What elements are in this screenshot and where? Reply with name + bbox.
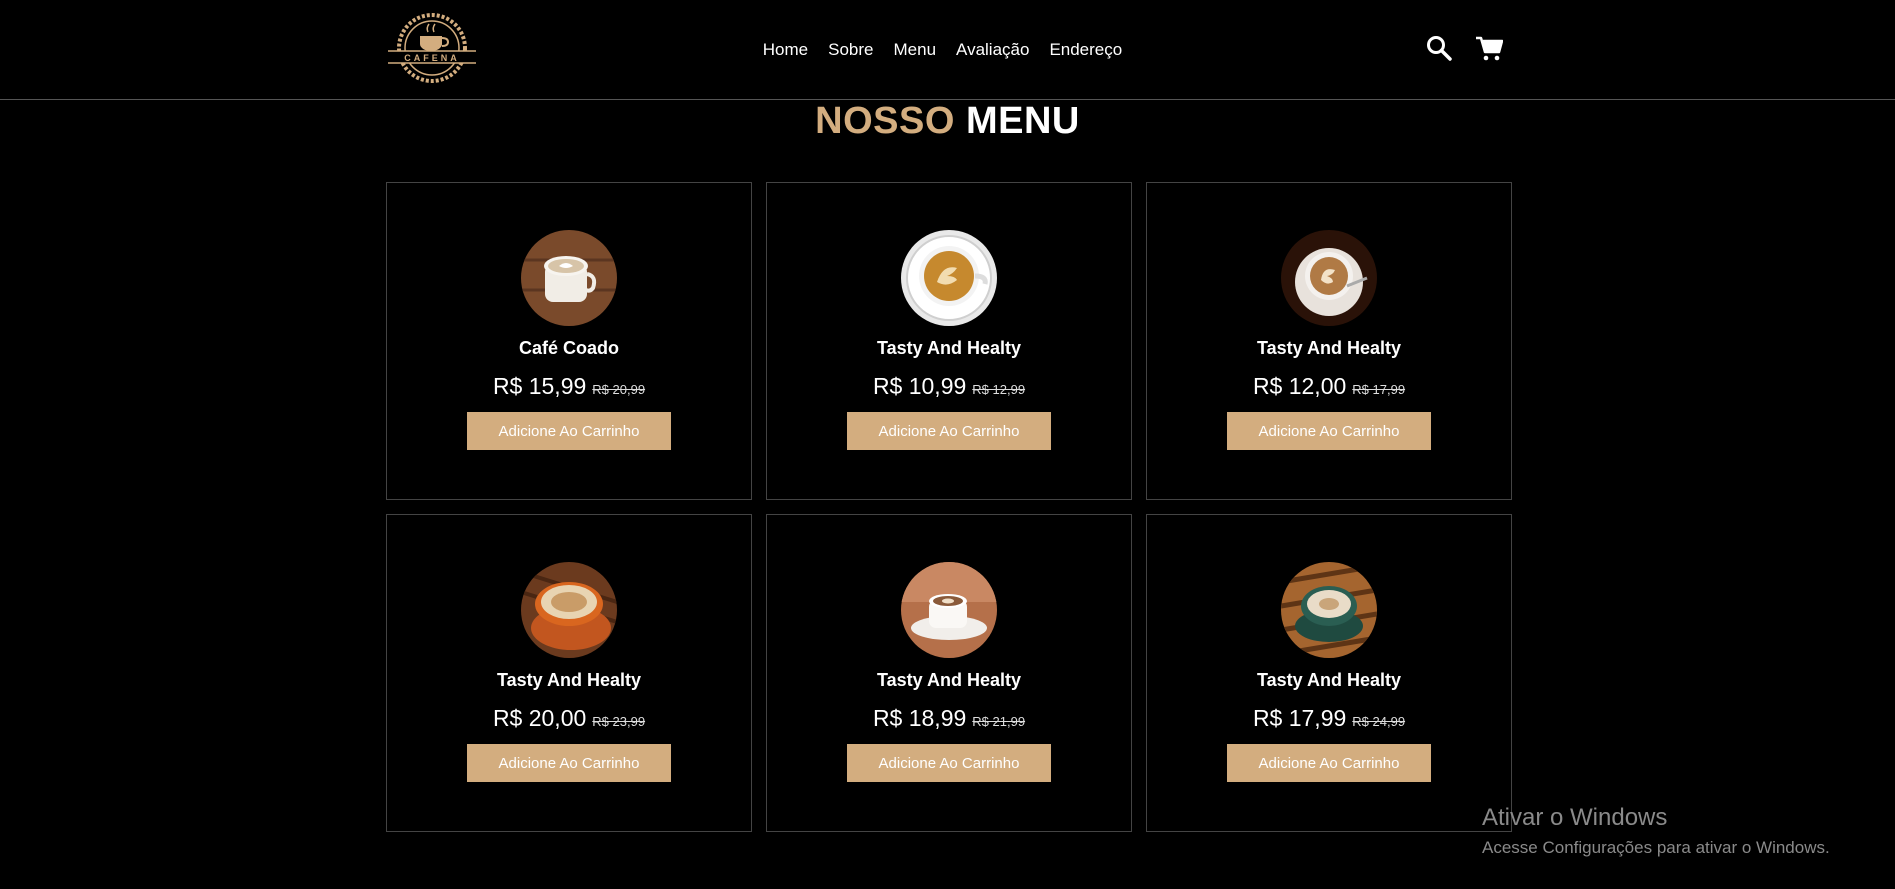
product-name: Café Coado	[518, 338, 619, 358]
product-old-price: R$ 24,99	[1352, 714, 1406, 729]
price-row: R$ 10,99 R$ 12,99	[873, 373, 1025, 400]
coffee-image	[901, 562, 997, 658]
product-price: R$ 10,99	[872, 373, 967, 399]
coffee-image	[521, 562, 617, 658]
product-price: R$ 18,99	[872, 705, 967, 731]
menu-grid: Café Coado R$ 15,99 R$ 20,99 Adicione Ao…	[386, 182, 1512, 832]
nav-avaliacao[interactable]: Avaliação	[956, 40, 1029, 60]
watermark-subtitle: Acesse Configurações para ativar o Windo…	[1482, 838, 1830, 857]
product-old-price: R$ 12,99	[972, 382, 1026, 397]
svg-text:CAFENA: CAFENA	[404, 53, 460, 63]
add-to-cart-button[interactable]: Adicione Ao Carrinho	[1227, 744, 1431, 782]
product-price: R$ 20,00	[492, 705, 587, 731]
coffee-image	[1281, 230, 1377, 326]
product-old-price: R$ 20,99	[592, 382, 646, 397]
product-name: Tasty And Healty	[876, 670, 1022, 690]
coffee-image	[901, 230, 997, 326]
title-accent: NOSSO	[815, 100, 955, 142]
cart-icon[interactable]	[1475, 34, 1504, 62]
product-card: Tasty And Healty R$ 20,00 R$ 23,99 Adici…	[386, 514, 752, 832]
price-row: R$ 12,00 R$ 17,99	[1253, 373, 1405, 400]
nav-menu[interactable]: Menu	[894, 40, 937, 60]
add-to-cart-button[interactable]: Adicione Ao Carrinho	[467, 412, 671, 450]
nav-home[interactable]: Home	[763, 40, 808, 60]
product-price: R$ 17,99	[1252, 705, 1347, 731]
search-icon[interactable]	[1425, 34, 1453, 62]
product-old-price: R$ 21,99	[972, 714, 1026, 729]
product-card: Café Coado R$ 15,99 R$ 20,99 Adicione Ao…	[386, 182, 752, 500]
product-name: Tasty And Healty	[876, 338, 1022, 358]
add-to-cart-button[interactable]: Adicione Ao Carrinho	[467, 744, 671, 782]
main-nav: Home Sobre Menu Avaliação Endereço	[0, 0, 1895, 100]
price-row: R$ 18,99 R$ 21,99	[873, 705, 1025, 732]
product-price: R$ 15,99	[492, 373, 587, 399]
product-card: Tasty And Healty R$ 18,99 R$ 21,99 Adici…	[766, 514, 1132, 832]
add-to-cart-button[interactable]: Adicione Ao Carrinho	[847, 744, 1051, 782]
product-name: Tasty And Healty	[1256, 338, 1402, 358]
product-name: Tasty And Healty	[496, 670, 642, 690]
product-card: Tasty And Healty R$ 17,99 R$ 24,99 Adici…	[1146, 514, 1512, 832]
section-title: NOSSO MENU	[0, 100, 1895, 143]
windows-activation-watermark: Ativar o Windows Acesse Configurações pa…	[1482, 804, 1830, 858]
coffee-image	[521, 230, 617, 326]
product-old-price: R$ 23,99	[592, 714, 646, 729]
site-header: CAFENA Home Sobre Menu Avaliação Endereç…	[0, 0, 1895, 100]
coffee-image	[1281, 562, 1377, 658]
price-row: R$ 17,99 R$ 24,99	[1253, 705, 1405, 732]
title-main: MENU	[965, 100, 1080, 142]
price-row: R$ 20,00 R$ 23,99	[493, 705, 645, 732]
add-to-cart-button[interactable]: Adicione Ao Carrinho	[847, 412, 1051, 450]
nav-sobre[interactable]: Sobre	[828, 40, 873, 60]
price-row: R$ 15,99 R$ 20,99	[493, 373, 645, 400]
add-to-cart-button[interactable]: Adicione Ao Carrinho	[1227, 412, 1431, 450]
nav-endereco[interactable]: Endereço	[1049, 40, 1122, 60]
product-price: R$ 12,00	[1252, 373, 1347, 399]
header-icons	[1425, 34, 1504, 62]
watermark-title: Ativar o Windows	[1482, 804, 1668, 831]
product-old-price: R$ 17,99	[1352, 382, 1406, 397]
product-card: Tasty And Healty R$ 12,00 R$ 17,99 Adici…	[1146, 182, 1512, 500]
product-name: Tasty And Healty	[1256, 670, 1402, 690]
product-card: Tasty And Healty R$ 10,99 R$ 12,99 Adici…	[766, 182, 1132, 500]
cafena-logo[interactable]: CAFENA	[386, 10, 478, 86]
